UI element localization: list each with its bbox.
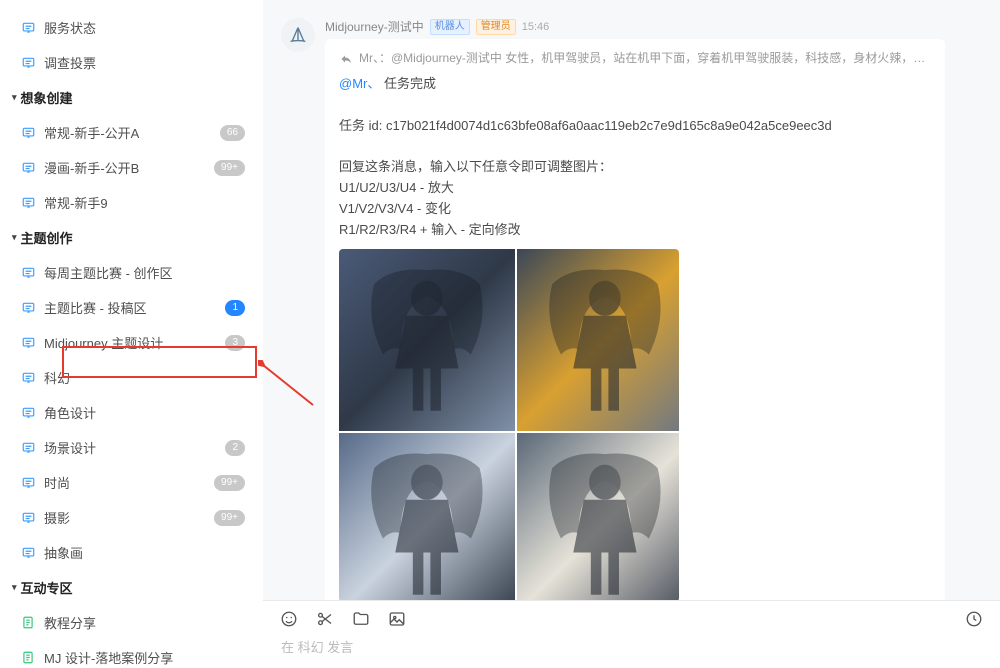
- history-icon[interactable]: [964, 609, 984, 629]
- message-composer: 在 科幻 发言: [263, 600, 1000, 668]
- unread-badge: 1: [225, 300, 245, 316]
- unread-badge: 99+: [214, 510, 245, 526]
- chat-icon: [20, 546, 36, 560]
- emoji-icon[interactable]: [279, 609, 299, 629]
- folder-icon[interactable]: [351, 609, 371, 629]
- message-header: Midjourney-测试中机器人管理员 15:46: [325, 18, 978, 35]
- doc-icon: [20, 616, 36, 630]
- sidebar-item-label: MJ 设计-落地案例分享: [44, 648, 245, 667]
- admin-tag: 管理员: [476, 19, 516, 35]
- sidebar-item-label: 科幻: [44, 368, 245, 387]
- sidebar-item[interactable]: 常规-新手-公开A66: [0, 115, 263, 150]
- sidebar-item-label: 调查投票: [44, 53, 245, 72]
- sidebar-item[interactable]: 主题比赛 - 投稿区1: [0, 290, 263, 325]
- sidebar-item-label: 漫画-新手-公开B: [44, 158, 214, 177]
- message-text: V1/V2/V3/V4 - 变化: [339, 199, 931, 220]
- chat-icon: [20, 301, 36, 315]
- message-time: 15:46: [522, 21, 550, 33]
- sidebar-item-label: 常规-新手9: [44, 193, 245, 212]
- generated-image[interactable]: [339, 249, 515, 432]
- unread-badge: 99+: [214, 475, 245, 491]
- generated-image[interactable]: [517, 249, 679, 432]
- unread-badge: 2: [225, 440, 245, 456]
- unread-badge: 99+: [214, 160, 245, 176]
- sidebar-item[interactable]: 摄影99+: [0, 500, 263, 535]
- sidebar-item[interactable]: 科幻: [0, 360, 263, 395]
- sidebar-item-label: 主题比赛 - 投稿区: [44, 298, 225, 317]
- image-icon[interactable]: [387, 609, 407, 629]
- chat-icon: [20, 476, 36, 490]
- sidebar-item-label: 摄影: [44, 508, 214, 527]
- sidebar-item[interactable]: 教程分享: [0, 605, 263, 640]
- sidebar-group-header[interactable]: 互动专区: [0, 570, 263, 605]
- chat-icon: [20, 161, 36, 175]
- reply-reference[interactable]: Mr、：@Midjourney-测试中 女性，机甲驾驶员，站在机甲下面，穿着机甲…: [339, 49, 931, 68]
- sidebar-item[interactable]: 抽象画: [0, 535, 263, 570]
- message-text: R1/R2/R3/R4 + 输入 - 定向修改: [339, 220, 931, 241]
- message-text: [339, 137, 931, 158]
- sidebar-item[interactable]: Midjourney 主题设计3: [0, 325, 263, 360]
- generated-image[interactable]: [517, 433, 679, 600]
- message-text: 回复这条消息，输入以下任意令即可调整图片：: [339, 157, 931, 178]
- unread-badge: 66: [220, 125, 245, 141]
- composer-input[interactable]: 在 科幻 发言: [279, 635, 984, 658]
- message-text: U1/U2/U3/U4 - 放大: [339, 178, 931, 199]
- chat-icon: [20, 266, 36, 280]
- sidebar-item[interactable]: 场景设计2: [0, 430, 263, 465]
- sidebar-item-label: 时尚: [44, 473, 214, 492]
- sidebar-item-label: 常规-新手-公开A: [44, 123, 220, 142]
- bot-tag: 机器人: [430, 19, 470, 35]
- chat-icon: [20, 336, 36, 350]
- sidebar-item[interactable]: 时尚99+: [0, 465, 263, 500]
- message: Midjourney-测试中机器人管理员 15:46 Mr、：@Midjourney…: [281, 18, 978, 600]
- chat-icon: [20, 371, 36, 385]
- scissors-icon[interactable]: [315, 609, 335, 629]
- sidebar-item-label: Midjourney 主题设计: [44, 333, 225, 352]
- image-grid[interactable]: [339, 249, 679, 600]
- sidebar-item[interactable]: MJ 设计-落地案例分享: [0, 640, 263, 668]
- sidebar-item-label: 场景设计: [44, 438, 225, 457]
- doc-icon: [20, 651, 36, 665]
- chat-icon: [20, 196, 36, 210]
- mention[interactable]: @Mr、: [339, 76, 380, 91]
- sidebar-item-label: 教程分享: [44, 613, 245, 632]
- avatar[interactable]: [281, 18, 315, 52]
- sidebar-group-header[interactable]: 主题创作: [0, 220, 263, 255]
- sidebar-item-label: 抽象画: [44, 543, 245, 562]
- message-text: 任务完成: [384, 76, 436, 91]
- message-list: Midjourney-测试中机器人管理员 15:46 Mr、：@Midjourney…: [263, 0, 1000, 600]
- chat-icon: [20, 406, 36, 420]
- sidebar-group-header[interactable]: 想象创建: [0, 80, 263, 115]
- sidebar-item[interactable]: 角色设计: [0, 395, 263, 430]
- chat-icon: [20, 21, 36, 35]
- sidebar-item-label: 每周主题比赛 - 创作区: [44, 263, 245, 282]
- sidebar-item[interactable]: 常规-新手9: [0, 185, 263, 220]
- sidebar-item[interactable]: 每周主题比赛 - 创作区: [0, 255, 263, 290]
- main-panel: Midjourney-测试中机器人管理员 15:46 Mr、：@Midjourney…: [263, 0, 1000, 668]
- unread-badge: 3: [225, 335, 245, 351]
- channel-sidebar: 服务状态调查投票想象创建常规-新手-公开A66漫画-新手-公开B99+常规-新手…: [0, 0, 263, 668]
- message-text: 任务 id: c17b021f4d0074d1c63bfe08af6a0aac1…: [339, 116, 931, 137]
- composer-toolbar: [279, 609, 984, 629]
- sender-name: Midjourney-测试中: [325, 18, 424, 35]
- chat-icon: [20, 441, 36, 455]
- message-text: [339, 95, 931, 116]
- chat-icon: [20, 511, 36, 525]
- chat-icon: [20, 126, 36, 140]
- sidebar-item[interactable]: 服务状态: [0, 10, 263, 45]
- chat-icon: [20, 56, 36, 70]
- sidebar-item-label: 角色设计: [44, 403, 245, 422]
- sidebar-item[interactable]: 漫画-新手-公开B99+: [0, 150, 263, 185]
- sidebar-item-label: 服务状态: [44, 18, 245, 37]
- generated-image[interactable]: [339, 433, 515, 600]
- sidebar-item[interactable]: 调查投票: [0, 45, 263, 80]
- message-bubble: Mr、：@Midjourney-测试中 女性，机甲驾驶员，站在机甲下面，穿着机甲…: [325, 39, 945, 600]
